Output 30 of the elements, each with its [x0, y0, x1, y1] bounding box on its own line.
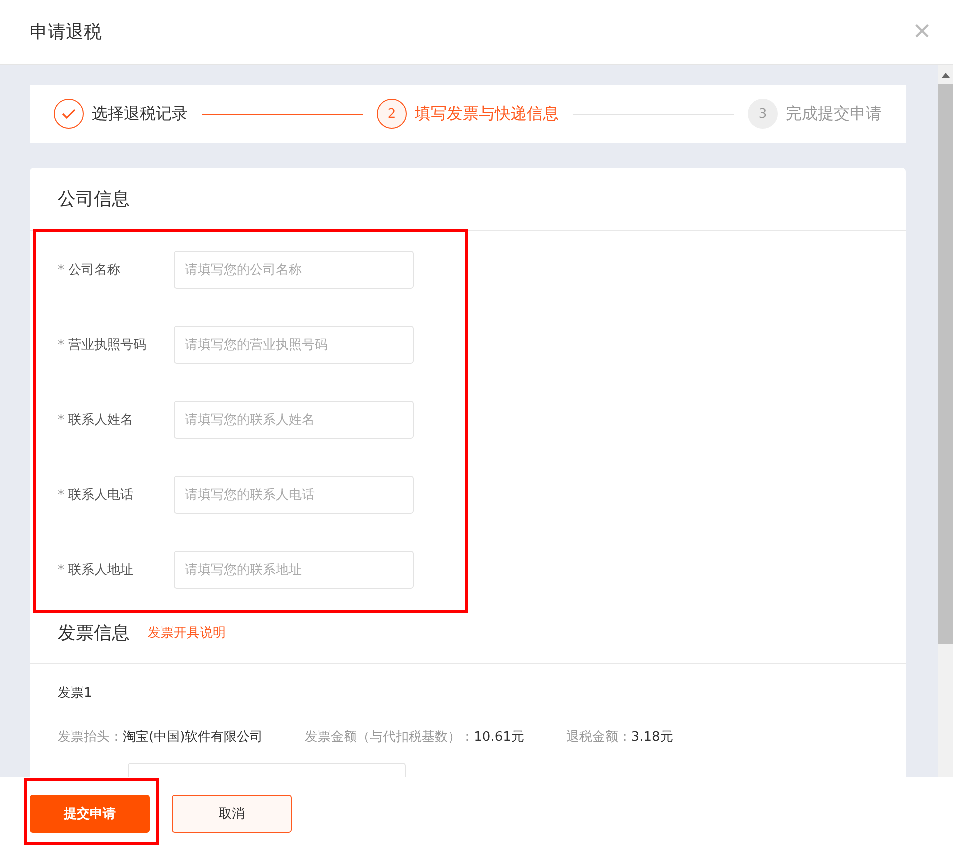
step-number: 3 [748, 99, 778, 129]
invoice-detail: 退税金额：3.18元 [566, 729, 674, 746]
check-icon [62, 109, 76, 119]
action-button[interactable]: 取消 [172, 794, 292, 832]
input-field[interactable]: 请填写您的联系地址 [174, 551, 414, 589]
invoice-detail: 发票抬头：淘宝(中国)软件有限公司 [58, 729, 264, 746]
section-title: 公司信息 [58, 188, 130, 211]
field-label: * 联系人姓名 [58, 412, 135, 429]
input-field[interactable]: 请填写您的营业执照号码 [174, 326, 414, 364]
scroll-up-icon[interactable] [940, 71, 950, 79]
input-field[interactable]: 请填写您的联系人姓名 [174, 401, 414, 439]
step-label: 选择退税记录 [92, 104, 188, 124]
invoice-name: 发票1 [58, 685, 94, 702]
step-label: 完成提交申请 [786, 104, 882, 124]
step-label: 填写发票与快递信息 [415, 104, 559, 124]
scroll-thumb[interactable] [938, 84, 953, 644]
dialog-title: 申请退税 [30, 21, 102, 44]
invoice-help-link[interactable]: 发票开具说明 [148, 624, 226, 642]
field-label: * 联系人地址 [58, 562, 135, 579]
field-label: * 联系人电话 [58, 487, 135, 504]
close-button[interactable]: × [913, 17, 931, 47]
action-button[interactable]: 提交申请 [30, 794, 150, 832]
input-field[interactable]: 请填写您的联系人电话 [174, 476, 414, 514]
invoice-detail: 发票金额（与代扣税基数）：10.61元 [305, 729, 524, 746]
field-label: * 营业执照号码 [58, 337, 148, 354]
field-label: * 公司名称 [58, 262, 122, 279]
section-title: 发票信息 [58, 622, 130, 645]
input-field[interactable]: 请填写您的公司名称 [174, 251, 414, 289]
scrollbar[interactable] [938, 65, 953, 777]
step-number: 2 [377, 99, 407, 129]
